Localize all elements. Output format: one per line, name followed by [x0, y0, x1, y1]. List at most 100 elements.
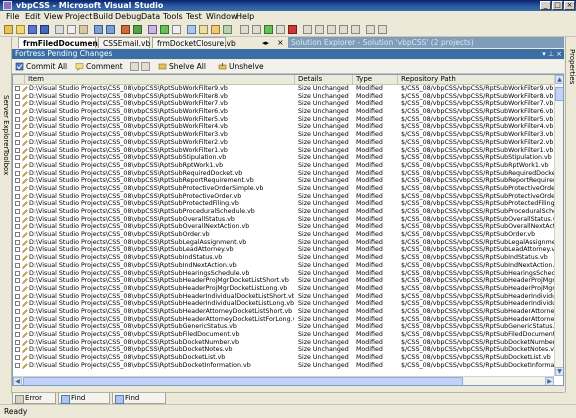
row-checkbox[interactable]: [15, 139, 20, 145]
row-checkbox[interactable]: [15, 232, 20, 238]
breakpoint-icon[interactable]: [303, 25, 312, 34]
tab-find-results-2[interactable]: Find Results 2: [112, 393, 166, 413]
unshelve-button[interactable]: Unshelve: [217, 61, 273, 72]
tab-cssemail[interactable]: CSSEmail.vb: [98, 37, 150, 48]
next-bookmark-icon[interactable]: [378, 25, 387, 34]
outdent-icon[interactable]: [351, 25, 360, 34]
table-row[interactable]: D:\Visual Studio Projects\CSS_08\vbpCSS\…: [13, 254, 554, 262]
commit-all-button[interactable]: Commit All: [14, 61, 72, 72]
row-checkbox[interactable]: [15, 347, 20, 353]
bookmark-icon[interactable]: [366, 25, 375, 34]
copy-icon[interactable]: [67, 25, 76, 34]
table-row[interactable]: D:\Visual Studio Projects\CSS_08\vbpCSS\…: [13, 293, 554, 301]
table-row[interactable]: D:\Visual Studio Projects\CSS_08\vbpCSS\…: [13, 262, 554, 270]
table-row[interactable]: D:\Visual Studio Projects\CSS_08\vbpCSS\…: [13, 93, 554, 101]
table-row[interactable]: D:\Visual Studio Projects\CSS_08\vbpCSS\…: [13, 308, 554, 316]
row-checkbox[interactable]: [15, 332, 20, 337]
paste-icon[interactable]: [79, 25, 88, 34]
row-checkbox[interactable]: [15, 162, 20, 168]
scroll-up-icon[interactable]: ▲: [555, 75, 563, 84]
row-checkbox[interactable]: [15, 147, 20, 153]
comment-lines-icon[interactable]: [315, 25, 324, 34]
find-icon[interactable]: [187, 25, 196, 34]
row-checkbox[interactable]: [15, 308, 20, 314]
row-checkbox[interactable]: [15, 255, 20, 261]
scroll-right-icon[interactable]: ▶: [545, 377, 554, 385]
table-row[interactable]: D:\Visual Studio Projects\CSS_08\vbpCSS\…: [13, 170, 554, 178]
properties-tab[interactable]: Properties: [568, 49, 576, 84]
table-row[interactable]: D:\Visual Studio Projects\CSS_08\vbpCSS\…: [13, 131, 554, 139]
run-icon[interactable]: [264, 25, 273, 34]
tab-frmfileddocument[interactable]: frmFiledDocument.vb: [18, 37, 115, 48]
solution-explorer-icon[interactable]: [199, 25, 208, 34]
row-checkbox[interactable]: [15, 216, 20, 222]
tab-error-list[interactable]: Error List: [12, 393, 56, 413]
tab-find-results-1[interactable]: Find Results 1: [58, 393, 110, 413]
save-all-icon[interactable]: [40, 25, 49, 34]
row-checkbox[interactable]: [15, 362, 20, 368]
menu-test[interactable]: Test: [186, 11, 202, 23]
open-folder-icon[interactable]: [16, 25, 25, 34]
indent-icon[interactable]: [339, 25, 348, 34]
table-row[interactable]: D:\Visual Studio Projects\CSS_08\vbpCSS\…: [13, 331, 554, 339]
table-row[interactable]: D:\Visual Studio Projects\CSS_08\vbpCSS\…: [13, 339, 554, 347]
menu-view[interactable]: View: [44, 11, 63, 23]
table-row[interactable]: D:\Visual Studio Projects\CSS_08\vbpCSS\…: [13, 154, 554, 162]
menu-debug[interactable]: Debug: [115, 11, 141, 23]
menu-window[interactable]: Window: [206, 11, 238, 23]
table-row[interactable]: D:\Visual Studio Projects\CSS_08\vbpCSS\…: [13, 200, 554, 208]
start-debug-icon[interactable]: [160, 25, 169, 34]
row-checkbox[interactable]: [15, 293, 20, 299]
column-header-details[interactable]: Details: [295, 75, 353, 84]
row-checkbox[interactable]: [15, 278, 20, 284]
row-checkbox[interactable]: [15, 101, 20, 107]
table-row[interactable]: D:\Visual Studio Projects\CSS_08\vbpCSS\…: [13, 346, 554, 354]
table-row[interactable]: D:\Visual Studio Projects\CSS_08\vbpCSS\…: [13, 277, 554, 285]
row-checkbox[interactable]: [15, 124, 20, 130]
menu-build[interactable]: Build: [93, 11, 113, 23]
table-row[interactable]: D:\Visual Studio Projects\CSS_08\vbpCSS\…: [13, 239, 554, 247]
table-row[interactable]: D:\Visual Studio Projects\CSS_08\vbpCSS\…: [13, 185, 554, 193]
solution-explorer-title[interactable]: Solution Explorer - Solution 'vbpCSS' (2…: [288, 37, 564, 48]
row-checkbox[interactable]: [15, 170, 20, 176]
tab-list-icon[interactable]: ◂▸: [262, 39, 269, 47]
table-row[interactable]: D:\Visual Studio Projects\CSS_08\vbpCSS\…: [13, 246, 554, 254]
solution-icon[interactable]: [148, 25, 157, 34]
table-row[interactable]: D:\Visual Studio Projects\CSS_08\vbpCSS\…: [13, 147, 554, 155]
row-checkbox[interactable]: [15, 316, 20, 322]
new-project-icon[interactable]: [4, 25, 13, 34]
config-dropdown-icon[interactable]: [172, 25, 181, 34]
menu-tools[interactable]: Tools: [163, 11, 183, 23]
menu-file[interactable]: File: [6, 11, 19, 23]
redo-icon[interactable]: [106, 25, 115, 34]
table-row[interactable]: D:\Visual Studio Projects\CSS_08\vbpCSS\…: [13, 285, 554, 293]
row-checkbox[interactable]: [15, 339, 20, 345]
row-checkbox[interactable]: [15, 285, 20, 291]
row-checkbox[interactable]: [15, 355, 20, 361]
panel-pin-icon[interactable]: ⊥: [547, 50, 555, 58]
table-row[interactable]: D:\Visual Studio Projects\CSS_08\vbpCSS\…: [13, 123, 554, 131]
table-row[interactable]: D:\Visual Studio Projects\CSS_08\vbpCSS\…: [13, 85, 554, 93]
scroll-left-icon[interactable]: ◀: [13, 377, 22, 385]
tab-frmdocketclosure[interactable]: frmDocketClosure.vb: [152, 37, 236, 48]
menu-project[interactable]: Project: [65, 11, 92, 23]
row-checkbox[interactable]: [15, 247, 20, 253]
refresh-icon[interactable]: [130, 62, 139, 71]
navigate-back-icon[interactable]: [121, 25, 130, 34]
row-checkbox[interactable]: [15, 209, 20, 214]
row-checkbox[interactable]: [15, 116, 20, 122]
table-row[interactable]: D:\Visual Studio Projects\CSS_08\vbpCSS\…: [13, 177, 554, 185]
cut-icon[interactable]: [55, 25, 64, 34]
column-header-type[interactable]: Type: [353, 75, 398, 84]
row-checkbox[interactable]: [15, 178, 20, 184]
row-checkbox[interactable]: [15, 201, 20, 207]
table-row[interactable]: D:\Visual Studio Projects\CSS_08\vbpCSS\…: [13, 362, 554, 370]
stop-icon[interactable]: [288, 25, 297, 34]
vertical-scrollbar[interactable]: ▲ ▼: [554, 75, 563, 376]
row-checkbox[interactable]: [15, 262, 20, 268]
table-row[interactable]: D:\Visual Studio Projects\CSS_08\vbpCSS\…: [13, 223, 554, 231]
table-row[interactable]: D:\Visual Studio Projects\CSS_08\vbpCSS\…: [13, 139, 554, 147]
horizontal-scrollbar[interactable]: ◀ ▶: [13, 376, 554, 385]
shelve-all-button[interactable]: Shelve All: [157, 61, 213, 72]
row-checkbox[interactable]: [15, 155, 20, 161]
